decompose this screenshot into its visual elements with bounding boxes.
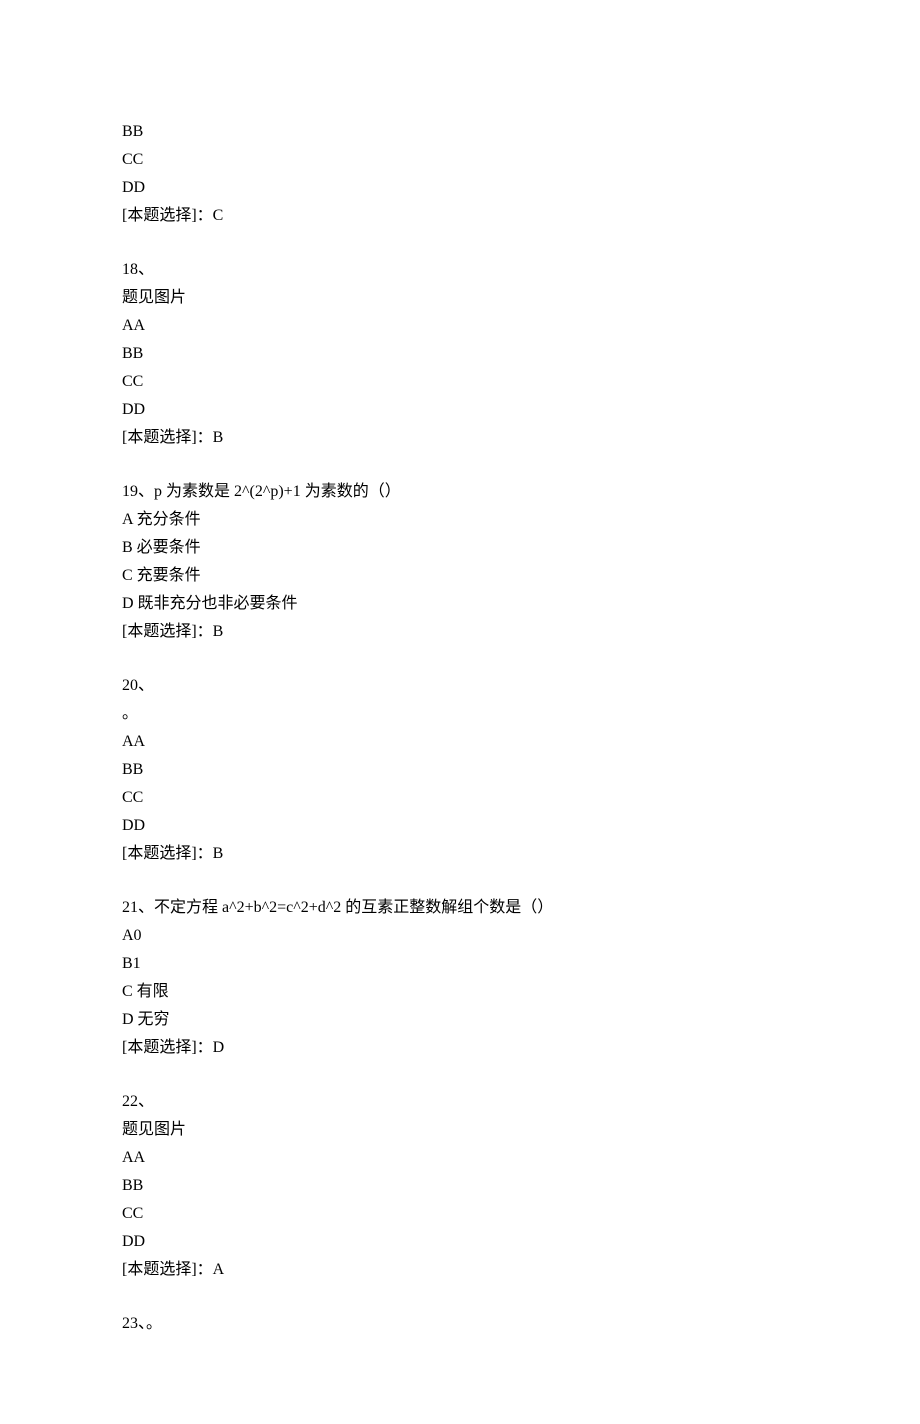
- option-c: CC: [122, 146, 798, 174]
- option-a: A 充分条件: [122, 506, 798, 534]
- option-a: AA: [122, 728, 798, 756]
- question-23: 23、。: [122, 1310, 798, 1338]
- option-b: BB: [122, 1172, 798, 1200]
- option-d: DD: [122, 812, 798, 840]
- option-d: D 既非充分也非必要条件: [122, 590, 798, 618]
- answer-label: [本题选择]：D: [122, 1034, 798, 1062]
- question-stem: 题见图片: [122, 1116, 798, 1144]
- option-b: B 必要条件: [122, 534, 798, 562]
- question-stem: 题见图片: [122, 284, 798, 312]
- option-d: D 无穷: [122, 1006, 798, 1034]
- question-header: 23、。: [122, 1310, 798, 1338]
- question-18: 18、 题见图片 AA BB CC DD [本题选择]：B: [122, 256, 798, 452]
- answer-label: [本题选择]：B: [122, 618, 798, 646]
- question-19: 19、p 为素数是 2^(2^p)+1 为素数的（） A 充分条件 B 必要条件…: [122, 478, 798, 646]
- option-d: DD: [122, 174, 798, 202]
- option-c: C 充要条件: [122, 562, 798, 590]
- option-c: CC: [122, 784, 798, 812]
- option-b: B1: [122, 950, 798, 978]
- question-20: 20、 。 AA BB CC DD [本题选择]：B: [122, 672, 798, 868]
- option-d: DD: [122, 396, 798, 424]
- question-stem: 。: [122, 700, 798, 728]
- question-header: 20、: [122, 672, 798, 700]
- question-21: 21、不定方程 a^2+b^2=c^2+d^2 的互素正整数解组个数是（） A0…: [122, 894, 798, 1062]
- option-d: DD: [122, 1228, 798, 1256]
- answer-label: [本题选择]：C: [122, 202, 798, 230]
- option-b: BB: [122, 756, 798, 784]
- question-22: 22、 题见图片 AA BB CC DD [本题选择]：A: [122, 1088, 798, 1284]
- option-b: BB: [122, 118, 798, 146]
- option-a: AA: [122, 1144, 798, 1172]
- document-page: BB CC DD [本题选择]：C 18、 题见图片 AA BB CC DD […: [0, 0, 920, 1424]
- question-header: 21、不定方程 a^2+b^2=c^2+d^2 的互素正整数解组个数是（）: [122, 894, 798, 922]
- option-a: A0: [122, 922, 798, 950]
- question-header: 19、p 为素数是 2^(2^p)+1 为素数的（）: [122, 478, 798, 506]
- answer-label: [本题选择]：A: [122, 1256, 798, 1284]
- answer-label: [本题选择]：B: [122, 840, 798, 868]
- option-c: CC: [122, 368, 798, 396]
- option-b: BB: [122, 340, 798, 368]
- option-c: C 有限: [122, 978, 798, 1006]
- option-c: CC: [122, 1200, 798, 1228]
- option-a: AA: [122, 312, 798, 340]
- question-header: 18、: [122, 256, 798, 284]
- answer-label: [本题选择]：B: [122, 424, 798, 452]
- question-header: 22、: [122, 1088, 798, 1116]
- question-17-tail: BB CC DD [本题选择]：C: [122, 118, 798, 230]
